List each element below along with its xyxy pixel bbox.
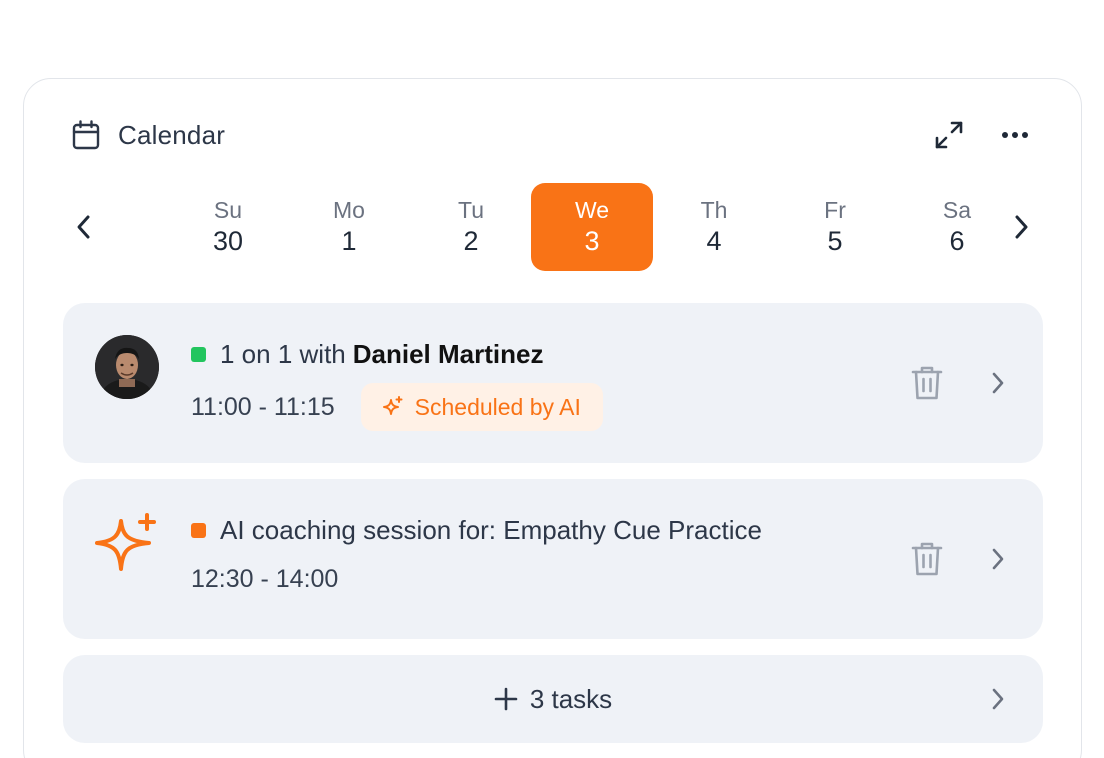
day-number: 6 [949, 226, 965, 256]
event-card-ai-coaching[interactable]: AI coaching session for: Empathy Cue Pra… [63, 479, 1043, 639]
day-name: Sa [942, 197, 972, 223]
tasks-label: 3 tasks [529, 683, 613, 714]
avatar [95, 335, 159, 399]
expand-icon[interactable] [929, 115, 969, 155]
ai-sparkle-icon [93, 511, 159, 577]
day-tuesday[interactable]: Tu 2 [410, 183, 532, 271]
event-meta: 11:00 - 11:15 Scheduled by AI [191, 383, 603, 431]
day-number: 4 [706, 226, 722, 256]
chevron-right-icon [992, 548, 1004, 570]
day-name: Fr [824, 197, 846, 223]
day-wednesday-selected[interactable]: We 3 [531, 183, 653, 271]
event-meta: 12:30 - 14:00 [191, 565, 338, 594]
event-title: 1 on 1 with Daniel Martinez [191, 339, 543, 370]
day-thursday[interactable]: Th 4 [653, 183, 775, 271]
day-number: 1 [341, 226, 357, 256]
day-sunday[interactable]: Su 30 [167, 183, 289, 271]
open-event-button[interactable] [983, 363, 1013, 403]
status-dot [191, 523, 206, 538]
day-number: 3 [584, 226, 600, 256]
day-name: Su [213, 197, 243, 223]
calendar-icon [70, 119, 102, 151]
tasks-label-group: 3 tasks [63, 655, 1043, 743]
header-actions [929, 115, 1035, 155]
trash-icon [911, 542, 943, 576]
day-name: Tu [458, 197, 484, 223]
open-tasks-button[interactable] [983, 679, 1013, 719]
chevron-right-icon [992, 688, 1004, 710]
scheduled-by-ai-badge: Scheduled by AI [360, 383, 603, 431]
calendar-title: Calendar [118, 119, 226, 150]
day-name: We [574, 197, 610, 223]
day-number: 30 [212, 226, 244, 256]
event-title-prefix: 1 on 1 with [220, 339, 346, 369]
day-monday[interactable]: Mo 1 [288, 183, 410, 271]
day-number: 5 [827, 226, 843, 256]
plus-icon [494, 687, 518, 711]
calendar-card: Calendar Su 30 Mo 1 Tu 2 We 3 Th 4 Fr 5 … [23, 78, 1082, 758]
next-week-button[interactable] [1001, 207, 1041, 247]
delete-event-button[interactable] [907, 361, 947, 405]
status-dot [191, 347, 206, 362]
trash-icon [911, 366, 943, 400]
badge-label: Scheduled by AI [414, 393, 581, 420]
tasks-row[interactable]: 3 tasks [63, 655, 1043, 743]
event-time: 11:00 - 11:15 [191, 392, 335, 421]
day-name: Th [700, 197, 728, 223]
day-friday[interactable]: Fr 5 [774, 183, 896, 271]
day-saturday[interactable]: Sa 6 [896, 183, 1018, 271]
day-name: Mo [333, 197, 365, 223]
event-card-one-on-one[interactable]: 1 on 1 with Daniel Martinez 11:00 - 11:1… [63, 303, 1043, 463]
event-time: 12:30 - 14:00 [191, 565, 339, 593]
more-icon[interactable] [995, 115, 1035, 155]
event-title-text: AI coaching session for: Empathy Cue Pra… [220, 515, 762, 545]
event-attendee-name: Daniel Martinez [352, 339, 544, 369]
chevron-right-icon [992, 372, 1004, 394]
week-strip: Su 30 Mo 1 Tu 2 We 3 Th 4 Fr 5 Sa 6 [64, 183, 1039, 271]
open-event-button[interactable] [983, 539, 1013, 579]
calendar-header: Calendar [70, 115, 1035, 155]
event-title: AI coaching session for: Empathy Cue Pra… [191, 515, 762, 546]
sparkles-icon [382, 396, 403, 415]
previous-week-button[interactable] [64, 207, 104, 247]
day-number: 2 [463, 226, 479, 256]
delete-event-button[interactable] [907, 537, 947, 581]
chevron-left-icon [77, 215, 90, 239]
chevron-right-icon [1015, 215, 1028, 239]
